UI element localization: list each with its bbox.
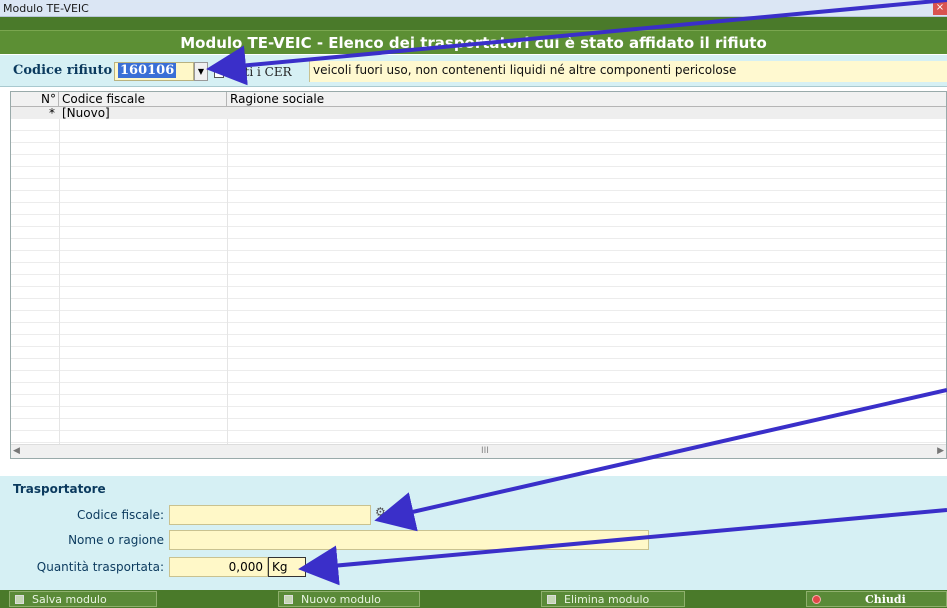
nome-ragione-label: Nome o ragione — [68, 533, 164, 547]
nome-ragione-field[interactable] — [169, 530, 649, 550]
grid-header: N° Codice fiscale Ragione sociale — [11, 92, 946, 107]
bottom-toolbar: Salva modulo Nuovo modulo Elimina modulo… — [0, 590, 947, 608]
trasportatore-title: Trasportatore — [13, 482, 106, 496]
search-icon[interactable]: ⚙ — [375, 505, 391, 521]
codice-rifiuto-select[interactable]: 160106 — [114, 62, 194, 81]
table-row[interactable]: * [Nuovo] — [11, 107, 946, 119]
grid-column-divider — [227, 107, 228, 445]
column-header-codice-fiscale[interactable]: Codice fiscale — [59, 92, 227, 107]
trasportatori-grid[interactable]: N° Codice fiscale Ragione sociale * [Nuo… — [10, 91, 947, 459]
salva-modulo-label: Salva modulo — [32, 593, 107, 606]
window-titlebar: Modulo TE-VEIC × — [0, 0, 947, 17]
new-icon — [284, 595, 293, 604]
chevron-down-icon[interactable]: ▼ — [194, 62, 208, 81]
quantita-field[interactable]: 0,000 — [169, 557, 268, 577]
chiudi-label: Chiudi — [865, 593, 906, 606]
horizontal-scrollbar[interactable]: ◀ III ▶ — [11, 444, 946, 458]
codice-rifiuto-bar: Codice rifiuto 160106 ▼ Tutti i CER veic… — [0, 55, 947, 87]
page-title: Modulo TE-VEIC - Elenco dei trasportator… — [0, 30, 947, 54]
tutti-cer-checkbox[interactable] — [214, 66, 224, 78]
elimina-modulo-label: Elimina modulo — [564, 593, 650, 606]
header-strip — [0, 17, 947, 30]
codice-fiscale-label: Codice fiscale: — [77, 508, 164, 522]
scroll-right-icon[interactable]: ▶ — [937, 446, 944, 456]
window-close-icon[interactable]: × — [933, 1, 947, 15]
column-header-n[interactable]: N° — [11, 92, 59, 107]
scroll-thumb[interactable]: III — [481, 446, 489, 456]
close-icon — [812, 595, 821, 604]
codice-rifiuto-label: Codice rifiuto — [13, 63, 113, 78]
unit-field[interactable]: Kg — [268, 557, 306, 577]
codice-fiscale-field[interactable] — [169, 505, 371, 525]
trasportatore-panel: Trasportatore Codice fiscale: ⚙ Nome o r… — [0, 476, 947, 600]
save-icon — [15, 595, 24, 604]
cer-description: veicoli fuori uso, non contenenti liquid… — [309, 61, 947, 82]
row-n-cell: * — [49, 106, 55, 120]
nuovo-modulo-button[interactable]: Nuovo modulo — [278, 591, 420, 607]
salva-modulo-button[interactable]: Salva modulo — [9, 591, 157, 607]
delete-icon — [547, 595, 556, 604]
scroll-left-icon[interactable]: ◀ — [13, 446, 20, 456]
chiudi-button[interactable]: Chiudi — [806, 591, 947, 607]
column-header-ragione-sociale[interactable]: Ragione sociale — [227, 92, 946, 107]
codice-rifiuto-value: 160106 — [118, 63, 177, 78]
grid-column-divider — [59, 107, 60, 445]
nuovo-modulo-label: Nuovo modulo — [301, 593, 381, 606]
row-codice-fiscale-cell: [Nuovo] — [62, 106, 110, 120]
window-title: Modulo TE-VEIC — [3, 2, 89, 15]
grid-body — [11, 107, 946, 445]
quantita-label: Quantità trasportata: — [36, 560, 164, 574]
tutti-cer-label: Tutti i CER — [224, 65, 292, 79]
row-ragione-sociale-cell — [227, 107, 927, 119]
elimina-modulo-button[interactable]: Elimina modulo — [541, 591, 685, 607]
